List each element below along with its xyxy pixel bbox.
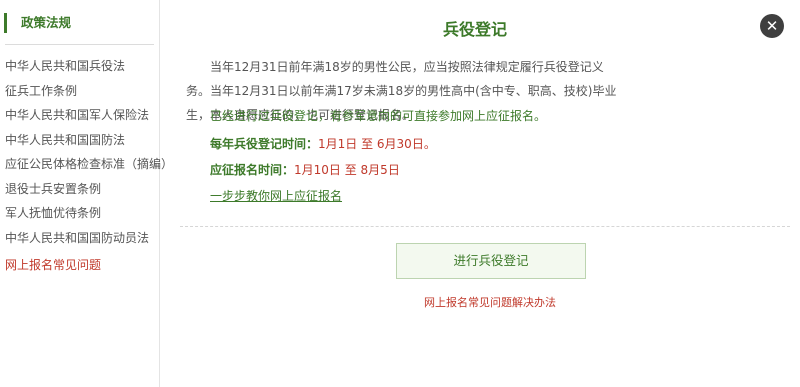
sidebar-item-veteran-resettlement[interactable]: 退役士兵安置条例 — [5, 177, 173, 202]
enlistment-time-value: 1月10日 至 8月5日 — [294, 163, 400, 177]
registration-time: 每年兵役登记时间：1月1日 至 6月30日。 — [210, 132, 436, 156]
sidebar-heading: 政策法规 — [4, 13, 71, 33]
registration-time-label: 每年兵役登记时间： — [210, 137, 319, 151]
enlistment-time: 应征报名时间：1月10日 至 8月5日 — [210, 158, 400, 182]
guide-link[interactable]: 一步步教你网上应征报名 — [210, 187, 342, 204]
close-button[interactable]: ✕ — [760, 14, 784, 38]
registration-time-value: 1月1日 至 6月30日。 — [318, 137, 436, 151]
sidebar-divider — [5, 44, 154, 45]
main-panel: 兵役登记 ✕ 当年12月31日前年满18岁的男性公民，应当按照法律规定履行兵役登… — [160, 0, 800, 387]
enlistment-time-label: 应征报名时间： — [210, 163, 295, 177]
sidebar: 政策法规 中华人民共和国兵役法 征兵工作条例 中华人民共和国军人保险法 中华人民… — [0, 0, 173, 387]
sidebar-faq-link[interactable]: 网上报名常见问题 — [5, 256, 101, 273]
sidebar-item-national-defense-law[interactable]: 中华人民共和国国防法 — [5, 128, 173, 153]
sidebar-item-conscription-regulations[interactable]: 征兵工作条例 — [5, 79, 173, 104]
intro-note: 已经进行过兵役登记，有参军意向的可直接参加网上应征报名。 — [210, 109, 547, 123]
sidebar-item-military-pension[interactable]: 军人抚恤优待条例 — [5, 201, 173, 226]
sidebar-item-defense-mobilization-law[interactable]: 中华人民共和国国防动员法 — [5, 226, 173, 251]
page-title: 兵役登记 — [442, 20, 507, 39]
sidebar-item-physical-exam-standard[interactable]: 应征公民体格检查标准（摘编） — [5, 152, 173, 177]
section-divider — [180, 226, 790, 227]
register-button[interactable]: 进行兵役登记 — [396, 243, 586, 279]
faq-solutions-link[interactable]: 网上报名常见问题解决办法 — [160, 294, 800, 310]
sidebar-item-military-service-law[interactable]: 中华人民共和国兵役法 — [5, 54, 173, 79]
close-icon: ✕ — [765, 17, 779, 35]
sidebar-item-military-insurance-law[interactable]: 中华人民共和国军人保险法 — [5, 103, 173, 128]
sidebar-list: 中华人民共和国兵役法 征兵工作条例 中华人民共和国军人保险法 中华人民共和国国防… — [5, 54, 173, 250]
